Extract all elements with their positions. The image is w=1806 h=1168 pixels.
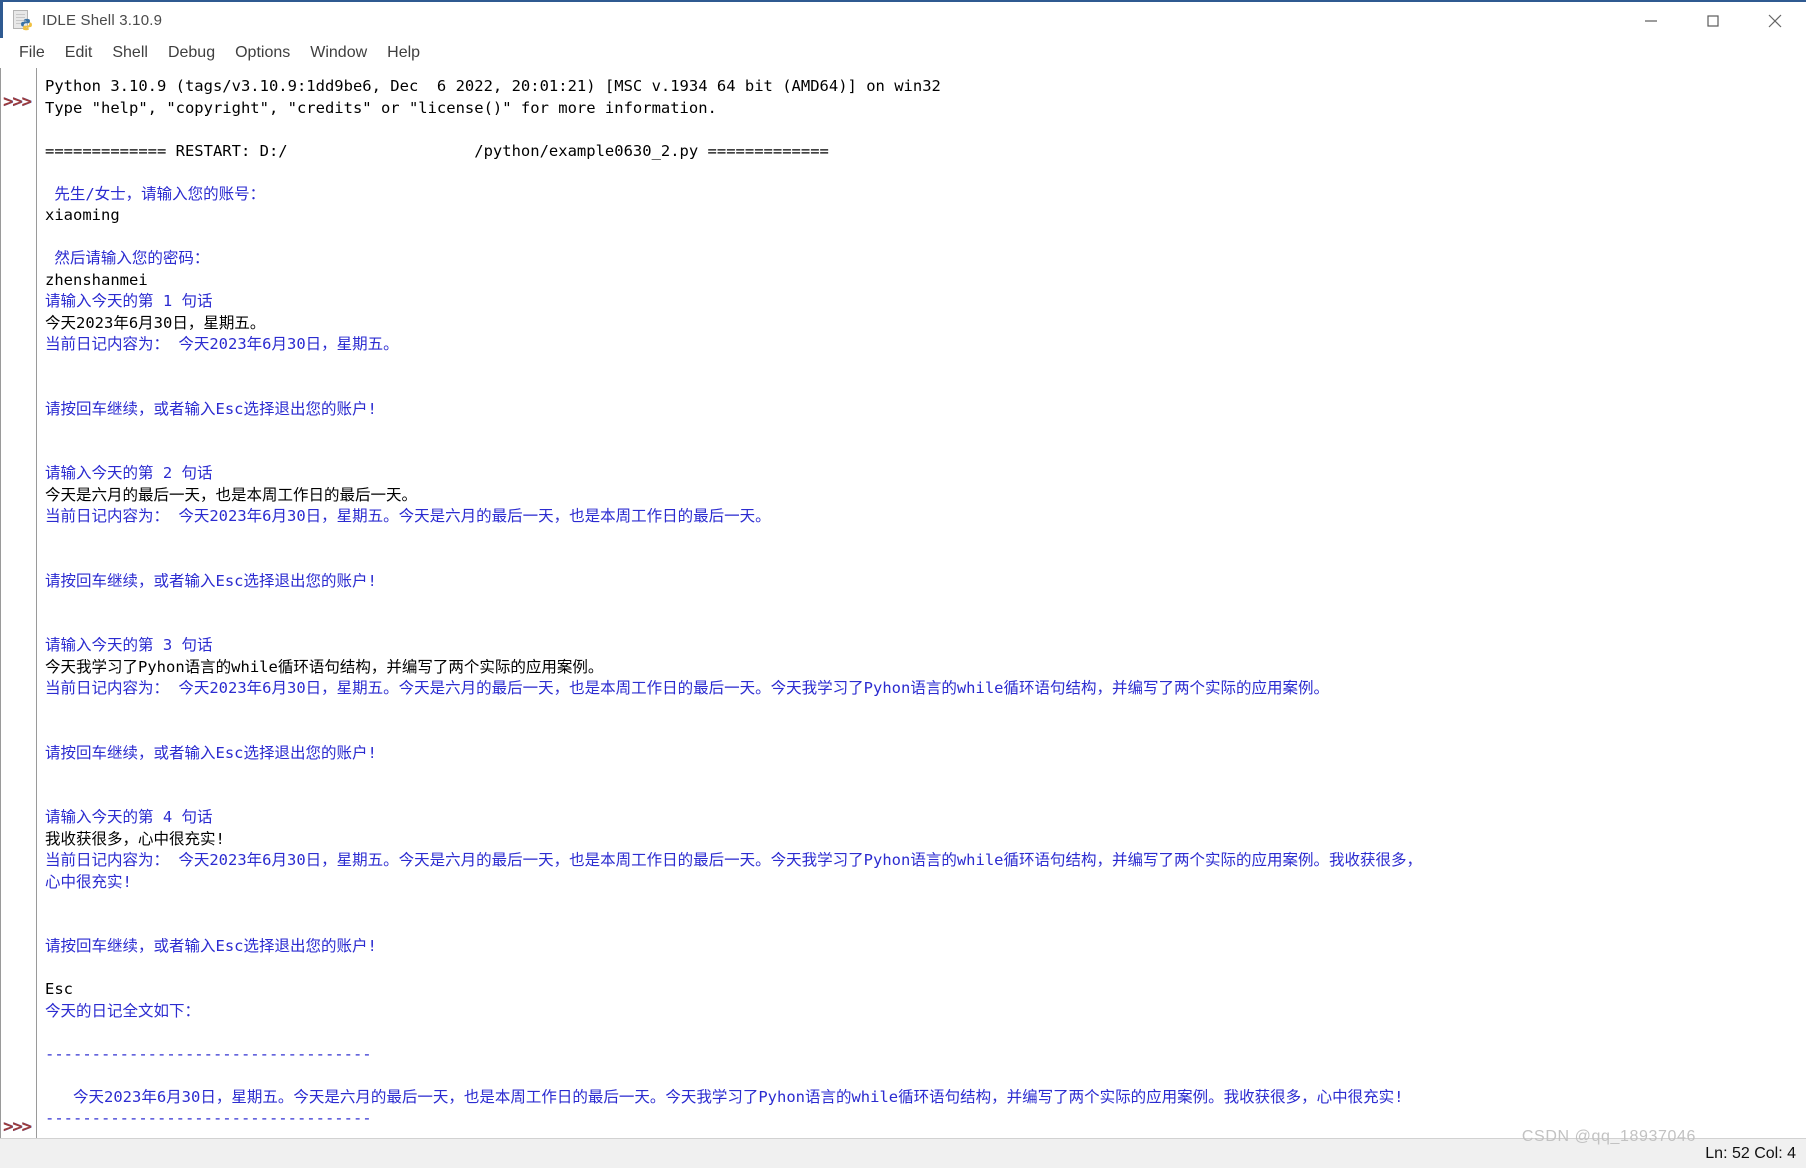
- python-file-icon: [12, 9, 33, 31]
- title-bar: IDLE Shell 3.10.9: [0, 0, 1806, 38]
- console-line: 然后请输入您的密码：: [45, 249, 210, 267]
- console-line: 请输入今天的第 3 句话: [45, 636, 213, 654]
- minimize-button[interactable]: [1620, 2, 1682, 40]
- console-line: zhenshanmei: [45, 270, 148, 289]
- console-line: 心中很充实!: [45, 872, 132, 891]
- console-line: 今天我学习了Pyhon语言的while循环语句结构，并编写了两个实际的应用案例。: [45, 657, 604, 676]
- console-line: 当前日记内容为： 今天2023年6月30日，星期五。: [45, 335, 399, 353]
- menu-item-window[interactable]: Window: [300, 41, 377, 65]
- console-line: 先生/女士，请输入您的账号：: [45, 184, 266, 203]
- menu-item-options[interactable]: Options: [225, 41, 300, 65]
- console-line: ============= RESTART: D:/ /python/examp…: [45, 141, 829, 160]
- cursor-position-indicator: Ln: 52 Col: 4: [1705, 1144, 1796, 1162]
- title-bar-left: IDLE Shell 3.10.9: [0, 9, 163, 31]
- window-accent-edge: [0, 2, 3, 38]
- console-line: Esc: [45, 980, 73, 998]
- console-line: 今天2023年6月30日，星期五。今天是六月的最后一天，也是本周工作日的最后一天…: [45, 1087, 1404, 1106]
- menu-item-file[interactable]: File: [9, 41, 55, 65]
- close-button[interactable]: [1744, 2, 1806, 40]
- prompt-marker-bottom: >>>: [3, 1117, 32, 1137]
- console-line: 请按回车继续，或者输入Esc选择退出您的账户!: [45, 399, 377, 418]
- status-bar: CSDN @qq_18937046 Ln: 52 Col: 4: [0, 1128, 1806, 1168]
- python-logo-icon: [21, 18, 32, 30]
- console-line: 今天2023年6月30日，星期五。: [45, 313, 266, 332]
- prompt-marker-top: >>>: [3, 92, 32, 112]
- minimize-icon: [1645, 20, 1657, 22]
- console-line: 请输入今天的第 1 句话: [45, 292, 213, 310]
- console-line: 当前日记内容为： 今天2023年6月30日，星期五。今天是六月的最后一天，也是本…: [45, 507, 771, 525]
- console-line: Type "help", "copyright", "credits" or "…: [45, 98, 717, 117]
- console-line: 请按回车继续，或者输入Esc选择退出您的账户!: [45, 937, 377, 955]
- console-line: 当前日记内容为： 今天2023年6月30日，星期五。今天是六月的最后一天，也是本…: [45, 851, 1422, 869]
- menu-item-edit[interactable]: Edit: [55, 41, 103, 65]
- maximize-icon: [1707, 15, 1719, 27]
- console-line: 请输入今天的第 4 句话: [45, 808, 213, 826]
- prompt-gutter: >>> >>>: [1, 68, 37, 1138]
- idle-shell-window: IDLE Shell 3.10.9 File Edit Shell Debug …: [0, 0, 1806, 1168]
- menu-item-help[interactable]: Help: [377, 41, 430, 65]
- shell-output-console[interactable]: Python 3.10.9 (tags/v3.10.9:1dd9be6, Dec…: [37, 68, 1806, 1138]
- menu-item-debug[interactable]: Debug: [158, 41, 225, 65]
- console-line: Python 3.10.9 (tags/v3.10.9:1dd9be6, Dec…: [45, 77, 941, 95]
- console-line: 今天的日记全文如下：: [45, 1001, 201, 1020]
- menu-item-shell[interactable]: Shell: [102, 41, 158, 65]
- window-title: IDLE Shell 3.10.9: [42, 11, 163, 29]
- console-line: 今天是六月的最后一天，也是本周工作日的最后一天。: [45, 485, 418, 504]
- console-line: -----------------------------------: [45, 1109, 372, 1127]
- console-line: -----------------------------------: [45, 1044, 372, 1063]
- console-line: 请按回车继续，或者输入Esc选择退出您的账户!: [45, 743, 377, 762]
- close-icon: [1768, 14, 1782, 28]
- shell-area: >>> >>> Python 3.10.9 (tags/v3.10.9:1dd9…: [0, 68, 1806, 1138]
- console-line: 我收获很多，心中很充实!: [45, 829, 225, 848]
- window-controls: [1620, 2, 1806, 40]
- maximize-button[interactable]: [1682, 2, 1744, 40]
- console-line: 请按回车继续，或者输入Esc选择退出您的账户!: [45, 571, 377, 590]
- console-line: 请输入今天的第 2 句话: [45, 464, 213, 482]
- console-line: xiaoming: [45, 206, 120, 224]
- menu-bar: File Edit Shell Debug Options Window Hel…: [0, 38, 1806, 68]
- console-line: 当前日记内容为： 今天2023年6月30日，星期五。今天是六月的最后一天，也是本…: [45, 679, 1329, 697]
